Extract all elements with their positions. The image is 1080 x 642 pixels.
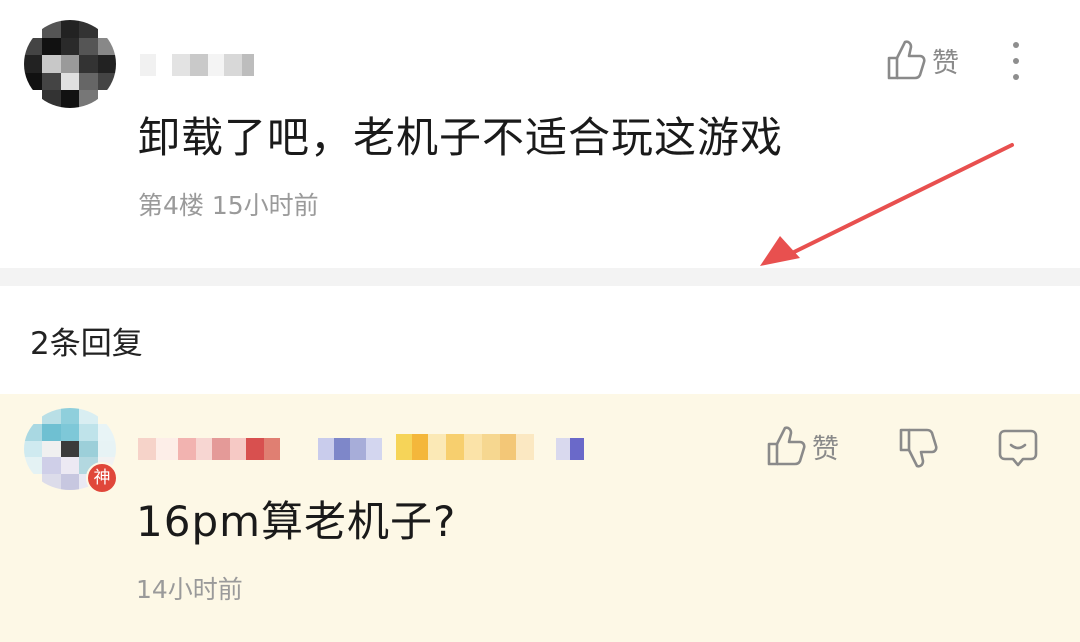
thumbs-up-icon: [887, 40, 926, 80]
extra-badge-blurred: [556, 438, 584, 460]
comment-bubble-icon: [998, 429, 1038, 467]
more-dot: [1013, 58, 1019, 64]
reply-count-label: 2条回复: [30, 326, 143, 362]
time-label: 15小时前: [211, 191, 319, 220]
god-badge: 神: [86, 462, 118, 494]
thumbs-down-icon: [899, 428, 938, 468]
section-divider: [0, 268, 1080, 286]
avatar[interactable]: [24, 20, 116, 108]
thumbs-up-icon: [767, 426, 806, 466]
level-badge-blurred: [318, 438, 382, 460]
username-blurred[interactable]: [140, 54, 254, 76]
reply-username-blurred[interactable]: [138, 438, 280, 460]
comment-text: 卸载了吧，老机子不适合玩这游戏: [138, 113, 784, 162]
reply-like-button[interactable]: 赞: [766, 424, 839, 468]
like-button[interactable]: 赞: [886, 38, 959, 82]
reply-comment-button[interactable]: [996, 426, 1040, 470]
more-options-button[interactable]: [1013, 42, 1019, 80]
floor-label: 第4楼: [138, 191, 204, 220]
more-vertical-icon: [1013, 42, 1019, 48]
main-comment: 赞 卸载了吧，老机子不适合玩这游戏 第4楼 15小时前: [0, 0, 1080, 268]
reply-text: 16pm算老机子?: [136, 497, 457, 546]
reply-like-label: 赞: [812, 433, 839, 465]
reply-dislike-button[interactable]: [896, 426, 940, 470]
comment-meta: 第4楼 15小时前: [138, 186, 319, 222]
medal-badge-blurred: [396, 434, 534, 460]
reply-item: 赞 16pm算老机子? 14小时前: [0, 394, 1080, 642]
more-dot: [1013, 74, 1019, 80]
like-label: 赞: [932, 47, 959, 79]
reply-time-label: 14小时前: [136, 575, 243, 604]
